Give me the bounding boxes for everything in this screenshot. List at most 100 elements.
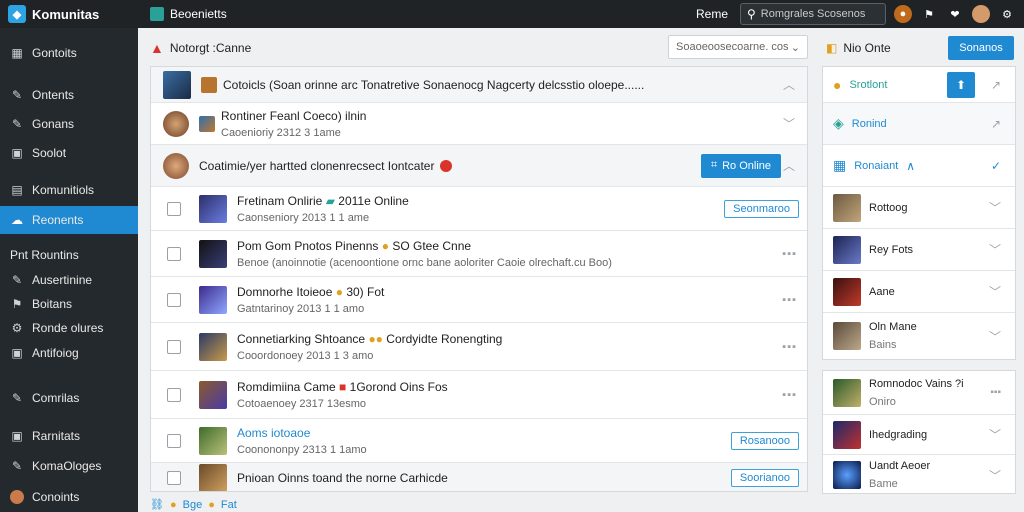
expand-icon[interactable]: ↗ [991, 78, 1001, 92]
feed-header-row[interactable]: Cotoicls (Soan orinne arc Tonatretive So… [151, 67, 807, 103]
expand-icon[interactable]: ↗ [991, 117, 1001, 131]
right-item-label: Ronaiant [854, 159, 899, 172]
list-item[interactable]: Domnorhe Itoieoe ● 30) Fot Gatntarinoy 2… [151, 277, 807, 323]
person-name: Oln Mane [869, 321, 917, 333]
chevron-down-icon[interactable]: ﹀ [989, 328, 1001, 345]
emoji-icon: ● [208, 498, 215, 511]
pin-icon: ✎ [11, 391, 23, 405]
friend-item[interactable]: Uandt Aeoer Bame ﹀ [823, 455, 1015, 495]
sidebar-item-label: Gonans [32, 117, 75, 131]
friend-text: Romnodoc Vains ?i Oniro [869, 378, 964, 408]
footer-link[interactable]: Fat [221, 499, 237, 511]
list-item[interactable]: Aoms iotoaoe Coonononpy 2313 1 1amo Rosa… [151, 419, 807, 463]
alert-icon: ▲ [150, 40, 164, 56]
person-item[interactable]: Aane ﹀ [823, 271, 1015, 313]
sidebar-item-antifoiog[interactable]: ▣ Antifoiog [0, 339, 138, 367]
sidebar-item-ontents[interactable]: ✎ Ontents [0, 81, 138, 109]
filter-dropdown[interactable]: Soaoeoosecoarne. cos ⌄ [668, 35, 808, 59]
search-icon: ⚲ [747, 7, 756, 21]
upload-button[interactable]: ⬆ [947, 71, 975, 98]
user-avatar[interactable] [972, 5, 990, 23]
chevron-down-icon[interactable]: ﹀ [989, 199, 1001, 216]
search-input[interactable] [760, 8, 877, 20]
game-badge-icon: ▰ [325, 193, 335, 208]
app-brand[interactable]: ◆ Komunitas [0, 5, 138, 23]
tag-icon: ⚑ [11, 297, 23, 311]
row-checkbox[interactable] [167, 246, 181, 261]
list-item[interactable]: Romdimiina Came ■ 1Gorond Oins Fos Cotoa… [151, 371, 807, 419]
grid-icon: ▦ [11, 46, 23, 60]
row-badge: 2011e Online [338, 193, 409, 208]
right-card-bottom: Romnodoc Vains ?i Oniro ▪▪▪ Ihedgrading … [822, 370, 1016, 494]
person-name: Aane [869, 285, 895, 298]
list-item[interactable]: Connetiarking Shtoance ●● Cordyidte Rone… [151, 323, 807, 371]
chevron-down-icon[interactable]: ﹀ [783, 115, 795, 132]
sidebar-item-comrilas[interactable]: ✎ Comrilas [0, 384, 138, 412]
chevron-down-icon[interactable]: ﹀ [989, 426, 1001, 443]
row-checkbox[interactable] [167, 387, 181, 402]
row-badge: 1Gorond Oins Fos [349, 379, 448, 394]
go-online-button[interactable]: ⌗ Ro Online [700, 153, 781, 178]
breadcrumb[interactable]: Beoenietts [138, 7, 227, 21]
row-checkbox[interactable] [167, 339, 181, 354]
chevron-down-icon[interactable]: ﹀ [989, 283, 1001, 300]
row-badge: SO Gtee Cnne [392, 238, 472, 253]
sidebar-item-ronde-olures[interactable]: ⚙ Ronde olures [0, 314, 138, 342]
row-checkbox[interactable] [167, 292, 181, 307]
sidebar-item-pnt-rountins[interactable]: Pnt Rountins [0, 241, 138, 269]
chevron-down-icon[interactable]: ﹀ [989, 467, 1001, 484]
list-item[interactable]: Fretinam Onlirie ▰ 2011e Online Caonseni… [151, 187, 807, 231]
check-icon[interactable]: ✓ [991, 159, 1001, 173]
person-item[interactable]: Oln Mane Bains ﹀ [823, 313, 1015, 359]
sidebar-item-gontoits[interactable]: ▦ Gontoits [0, 39, 138, 67]
friend-item[interactable]: Romnodoc Vains ?i Oniro ▪▪▪ [823, 371, 1015, 415]
footer-link[interactable]: Bge [183, 499, 203, 511]
post-row[interactable]: Coatimie/yer hartted clonenrecsect Iontc… [151, 145, 807, 187]
notification-icon[interactable]: ⚑ [920, 5, 938, 23]
right-item-ronaiant[interactable]: ▦ Ronaiant ∧ ✓ [823, 145, 1015, 187]
sidebar-item-rarnitats[interactable]: ▣ Rarnitats [0, 422, 138, 450]
more-icon[interactable]: ▪▪▪ [782, 248, 797, 260]
friend-item[interactable]: Ihedgrading ﹀ [823, 415, 1015, 455]
settings-icon[interactable]: ⚙ [998, 5, 1016, 23]
person-item[interactable]: Rey Fots ﹀ [823, 229, 1015, 271]
right-item-ronind[interactable]: ◈ Ronind ↗ [823, 103, 1015, 145]
row-action-button[interactable]: Rosanooo [730, 431, 799, 450]
sidebar-item-komaologes[interactable]: ✎ KomaOloges [0, 452, 138, 480]
user-row[interactable]: Rontiner Feanl Coeco) ilnin Caoenioriy 2… [151, 103, 807, 145]
pin-icon: ✎ [11, 459, 23, 473]
more-icon[interactable]: ▪▪▪ [782, 389, 797, 401]
chevron-down-icon[interactable]: ﹀ [989, 241, 1001, 258]
more-icon[interactable]: ▪▪▪ [782, 341, 797, 353]
sidebar-item-reonents[interactable]: ☁ Reonents [0, 206, 138, 234]
more-icon[interactable]: ▪▪▪ [990, 387, 1001, 398]
list-item[interactable]: Pom Gom Pnotos Pinenns ● SO Gtee Cnne Be… [151, 231, 807, 277]
right-header-label: Nio Onte [843, 41, 891, 55]
top-link[interactable]: Reme [696, 7, 728, 21]
row-checkbox[interactable] [167, 470, 181, 485]
favorites-icon[interactable]: ❤ [946, 5, 964, 23]
list-item[interactable]: Pnioan Oinns toand the norne Carhicde So… [151, 463, 807, 491]
chevron-up-icon[interactable]: ︿ [783, 157, 795, 174]
row-action-button[interactable]: Soorianoo [730, 468, 799, 487]
row-checkbox[interactable] [167, 201, 181, 216]
sidebar-item-soolot[interactable]: ▣ Soolot [0, 139, 138, 167]
sidebar-item-gonans[interactable]: ✎ Gonans [0, 110, 138, 138]
search-box[interactable]: ⚲ [740, 3, 886, 25]
right-header-button[interactable]: Sonanos [948, 36, 1014, 60]
right-item-label: Srotlont [849, 78, 888, 91]
row-subtitle: Caonseniory 2013 1 1 ame [237, 211, 370, 224]
row-action-button[interactable]: Seonmaroo [724, 199, 799, 218]
sidebar-item-komunitiols[interactable]: ▤ Komunitiols [0, 176, 138, 204]
chevron-up-icon[interactable]: ︿ [783, 76, 795, 93]
sidebar-item-label: Antifoiog [32, 346, 79, 360]
person-item[interactable]: Rottoog ﹀ [823, 187, 1015, 229]
row-badge: 30) Fot [346, 284, 385, 299]
sidebar-item-label: Rarnitats [32, 429, 81, 443]
right-item-srotlont[interactable]: ● Srotlont ⬆ ↗ [823, 67, 1015, 103]
live-badge-icon [440, 159, 453, 172]
row-checkbox[interactable] [167, 433, 181, 448]
more-icon[interactable]: ▪▪▪ [782, 294, 797, 306]
sidebar-item-conoints[interactable]: Conoints [0, 483, 138, 511]
orange-icon[interactable]: ● [894, 5, 912, 23]
